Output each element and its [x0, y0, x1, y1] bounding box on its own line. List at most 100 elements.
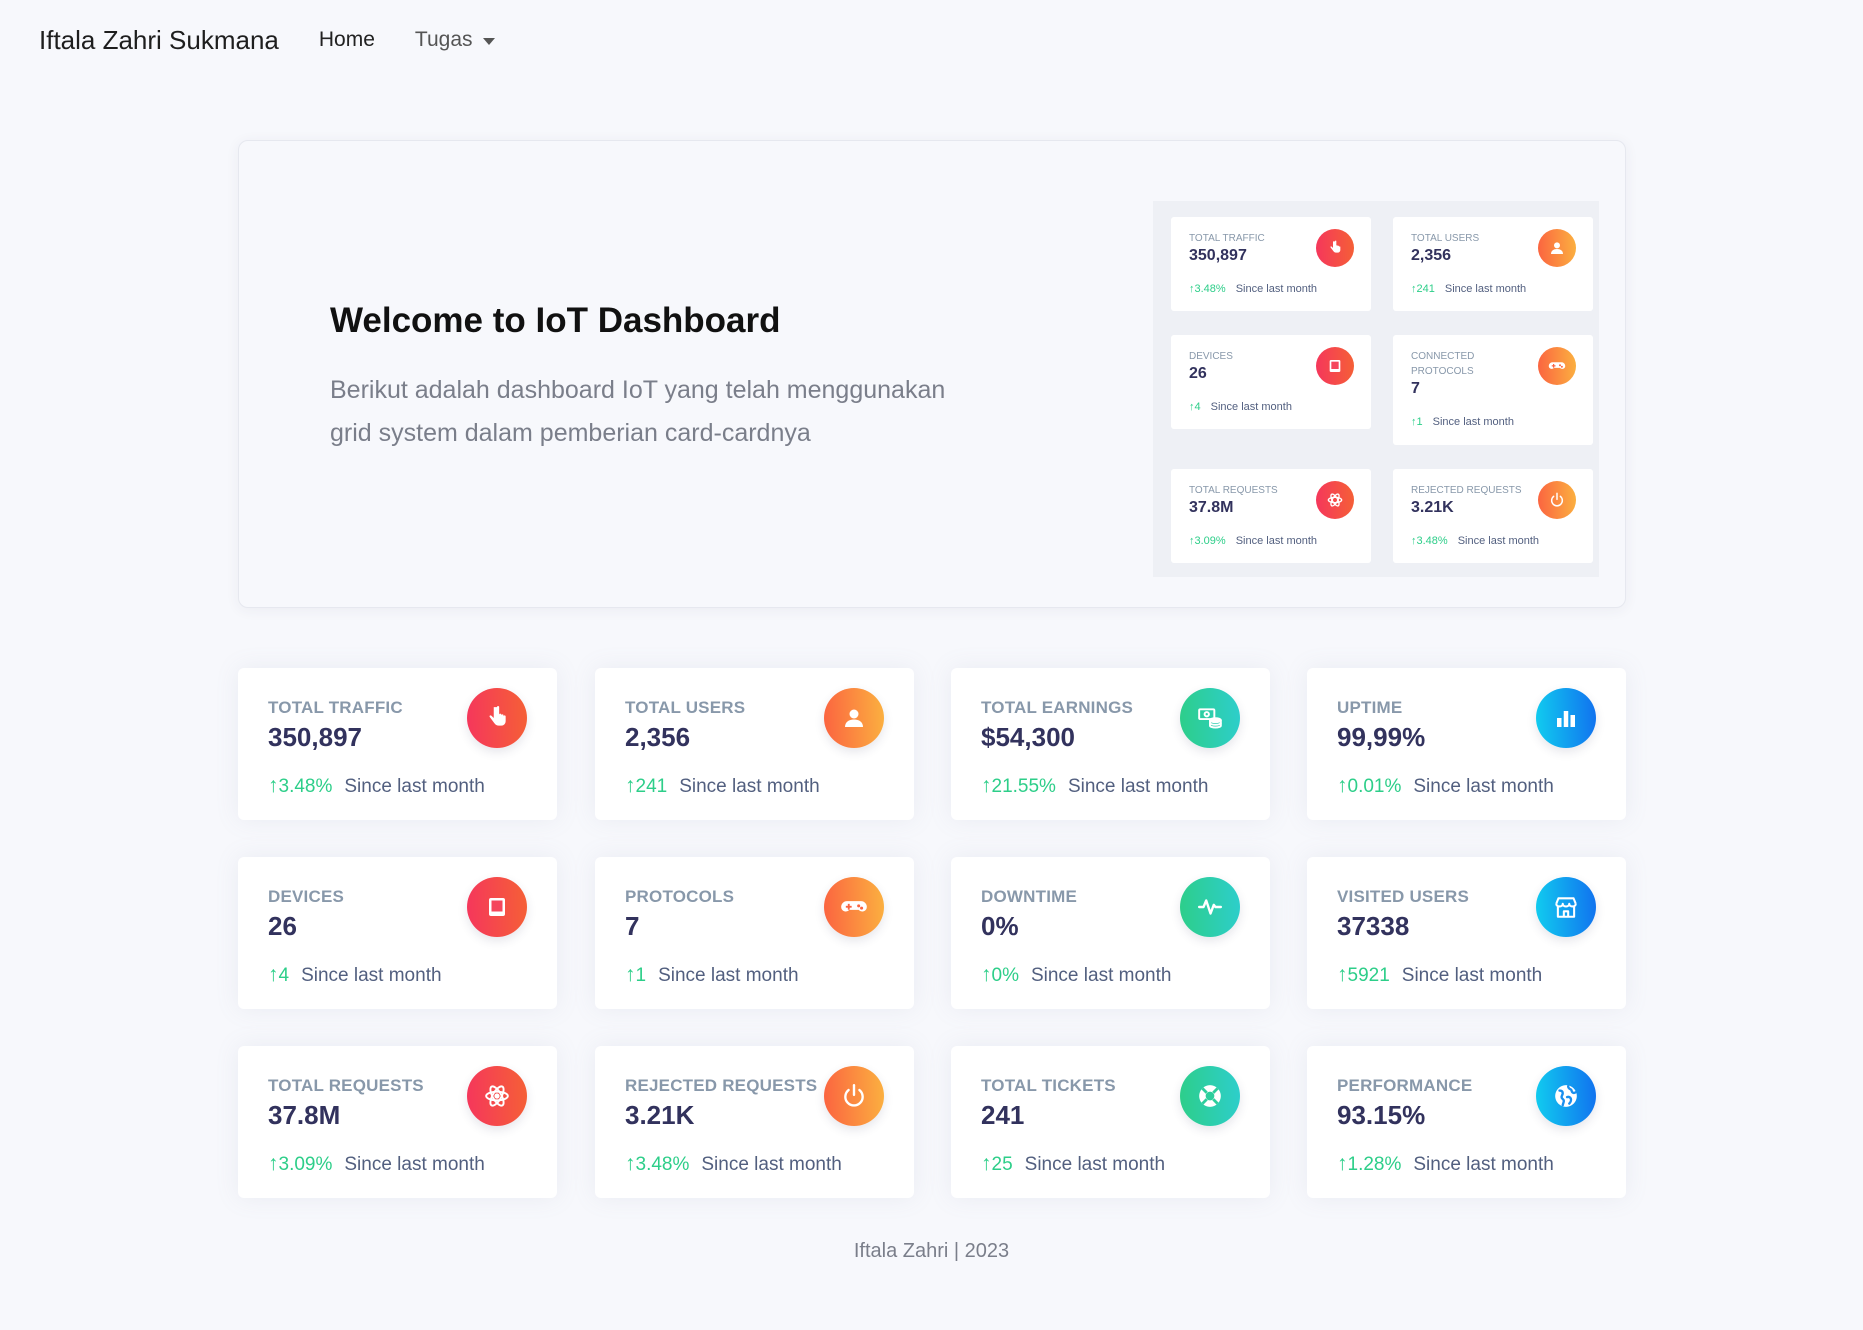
- card-footer: ↑25 Since last month: [981, 1152, 1165, 1176]
- atom-icon: [1316, 481, 1354, 519]
- card-change: 3.48%: [635, 1154, 690, 1175]
- arrow-up-icon: ↑: [1337, 963, 1348, 986]
- preview-card-change: 3.48%: [1416, 535, 1448, 547]
- stat-card-total-users: TOTAL USERS 2,356 ↑241 Since last month: [595, 668, 914, 820]
- pulse-icon: [1180, 877, 1240, 937]
- card-footer: ↑3.48% Since last month: [625, 1152, 842, 1176]
- hand-pointer-icon: [1316, 229, 1354, 267]
- card-title: TOTAL TICKETS: [981, 1076, 1116, 1095]
- preview-card-footer: ↑3.48% Since last month: [1411, 535, 1539, 547]
- card-value: 3.21K: [625, 1100, 695, 1130]
- card-change: 1.28%: [1347, 1154, 1402, 1175]
- tablet-icon: [467, 877, 527, 937]
- card-change: 21.55%: [991, 776, 1056, 797]
- card-title: VISITED USERS: [1337, 887, 1470, 906]
- preview-card-change: 3.09%: [1194, 535, 1226, 547]
- stat-card-total-traffic: TOTAL TRAFFIC 350,897 ↑3.48% Since last m…: [238, 668, 557, 820]
- stat-card-visited-users: VISITED USERS 37338 ↑5921 Since last mont…: [1307, 857, 1626, 1009]
- card-footer: ↑3.48% Since last month: [268, 774, 485, 798]
- card-value: $54,300: [981, 722, 1075, 752]
- arrow-up-icon: ↑: [1189, 283, 1195, 295]
- card-since: Since last month: [679, 776, 820, 797]
- card-change: 1: [635, 965, 647, 986]
- preview-card-value: 2,356: [1411, 247, 1452, 264]
- card-footer: ↑241 Since last month: [625, 774, 820, 798]
- stat-card-devices: DEVICES 26 ↑4 Since last month: [238, 857, 557, 1009]
- card-value: 99,99%: [1337, 722, 1426, 752]
- arrow-up-icon: ↑: [268, 1152, 279, 1175]
- card-footer: ↑0.01% Since last month: [1337, 774, 1554, 798]
- footer: Iftala Zahri | 2023: [853, 1240, 1010, 1262]
- card-change: 25: [991, 1154, 1013, 1175]
- nav-dropdown-tugas[interactable]: Tugas: [415, 28, 495, 52]
- nav-link-home[interactable]: Home: [319, 28, 375, 52]
- arrow-up-icon: ↑: [1411, 416, 1417, 428]
- card-footer: ↑1 Since last month: [625, 963, 799, 987]
- card-title: TOTAL EARNINGS: [981, 698, 1134, 717]
- preview-card-since: Since last month: [1457, 535, 1540, 547]
- preview-card-footer: ↑3.48% Since last month: [1189, 283, 1317, 295]
- preview-card-since: Since last month: [1444, 283, 1527, 295]
- arrow-up-icon: ↑: [1411, 283, 1417, 295]
- arrow-up-icon: ↑: [1411, 535, 1417, 547]
- card-since: Since last month: [658, 965, 799, 986]
- stat-card-total-earnings: TOTAL EARNINGS $54,300 ↑21.55% Since last…: [951, 668, 1270, 820]
- arrow-up-icon: ↑: [625, 774, 636, 797]
- preview-card: REJECTED REQUESTS 3.21K ↑3.48% Since last…: [1393, 469, 1593, 563]
- card-footer: ↑3.09% Since last month: [268, 1152, 485, 1176]
- arrow-up-icon: ↑: [981, 774, 992, 797]
- stat-card-uptime: UPTIME 99,99% ↑0.01% Since last month: [1307, 668, 1626, 820]
- card-since: Since last month: [1413, 776, 1554, 797]
- tablet-icon: [1316, 347, 1354, 385]
- bar-chart-icon: [1536, 688, 1596, 748]
- card-change: 4: [278, 965, 290, 986]
- card-title: PERFORMANCE: [1337, 1076, 1473, 1095]
- card-title: TOTAL TRAFFIC: [268, 698, 403, 717]
- preview-card: TOTAL USERS 2,356 ↑241 Since last month: [1393, 217, 1593, 311]
- card-since: Since last month: [1413, 1154, 1554, 1175]
- stat-card-total-requests: TOTAL REQUESTS 37.8M ↑3.09% Since last mo…: [238, 1046, 557, 1198]
- arrow-up-icon: ↑: [268, 774, 279, 797]
- card-value: 37.8M: [268, 1100, 341, 1130]
- card-value: 93.15%: [1337, 1100, 1426, 1130]
- card-since: Since last month: [1024, 1154, 1166, 1175]
- arrow-up-icon: ↑: [981, 1152, 992, 1175]
- card-footer: ↑4 Since last month: [268, 963, 442, 987]
- card-since: Since last month: [344, 776, 485, 797]
- preview-card-title: TOTAL USERS: [1411, 233, 1480, 244]
- card-title: DEVICES: [268, 887, 345, 906]
- card-since: Since last month: [701, 1154, 842, 1175]
- card-footer: ↑1.28% Since last month: [1337, 1152, 1554, 1176]
- preview-card: CONNECTED PROTOCOLS 7 ↑1 Since last month: [1393, 335, 1593, 445]
- navbar-brand[interactable]: Iftala Zahri Sukmana: [39, 25, 279, 56]
- arrow-up-icon: ↑: [625, 963, 636, 986]
- preview-card: TOTAL TRAFFIC 350,897 ↑3.48% Since last m…: [1171, 217, 1371, 311]
- card-footer: ↑0% Since last month: [981, 963, 1171, 987]
- preview-card-footer: ↑1 Since last month: [1411, 416, 1514, 428]
- support-icon: [1180, 1066, 1240, 1126]
- card-title: TOTAL REQUESTS: [268, 1076, 424, 1095]
- stat-card-performance: PERFORMANCE 93.15% ↑1.28% Since last mont…: [1307, 1046, 1626, 1198]
- preview-card-value: 3.21K: [1411, 499, 1454, 516]
- card-title: PROTOCOLS: [625, 887, 735, 906]
- hand-pointer-icon: [467, 688, 527, 748]
- card-value: 7: [625, 911, 640, 941]
- preview-card-value: 7: [1411, 380, 1420, 397]
- atom-icon: [467, 1066, 527, 1126]
- power-icon: [824, 1066, 884, 1126]
- card-value: 26: [268, 911, 297, 941]
- arrow-up-icon: ↑: [625, 1152, 636, 1175]
- card-title: TOTAL USERS: [625, 698, 746, 717]
- preview-card: DEVICES 26 ↑4 Since last month: [1171, 335, 1371, 429]
- arrow-up-icon: ↑: [981, 963, 992, 986]
- arrow-up-icon: ↑: [268, 963, 279, 986]
- preview-card-value: 37.8M: [1189, 499, 1234, 516]
- preview-card-since: Since last month: [1210, 401, 1292, 413]
- card-value: 0%: [981, 911, 1019, 941]
- user-icon: [1538, 229, 1576, 267]
- preview-card-value: 26: [1189, 365, 1207, 382]
- preview-card-footer: ↑4 Since last month: [1189, 401, 1292, 413]
- preview-card-title: TOTAL TRAFFIC: [1189, 233, 1265, 244]
- card-value: 37338: [1337, 911, 1410, 941]
- preview-card-title: CONNECTED PROTOCOLS: [1411, 351, 1475, 377]
